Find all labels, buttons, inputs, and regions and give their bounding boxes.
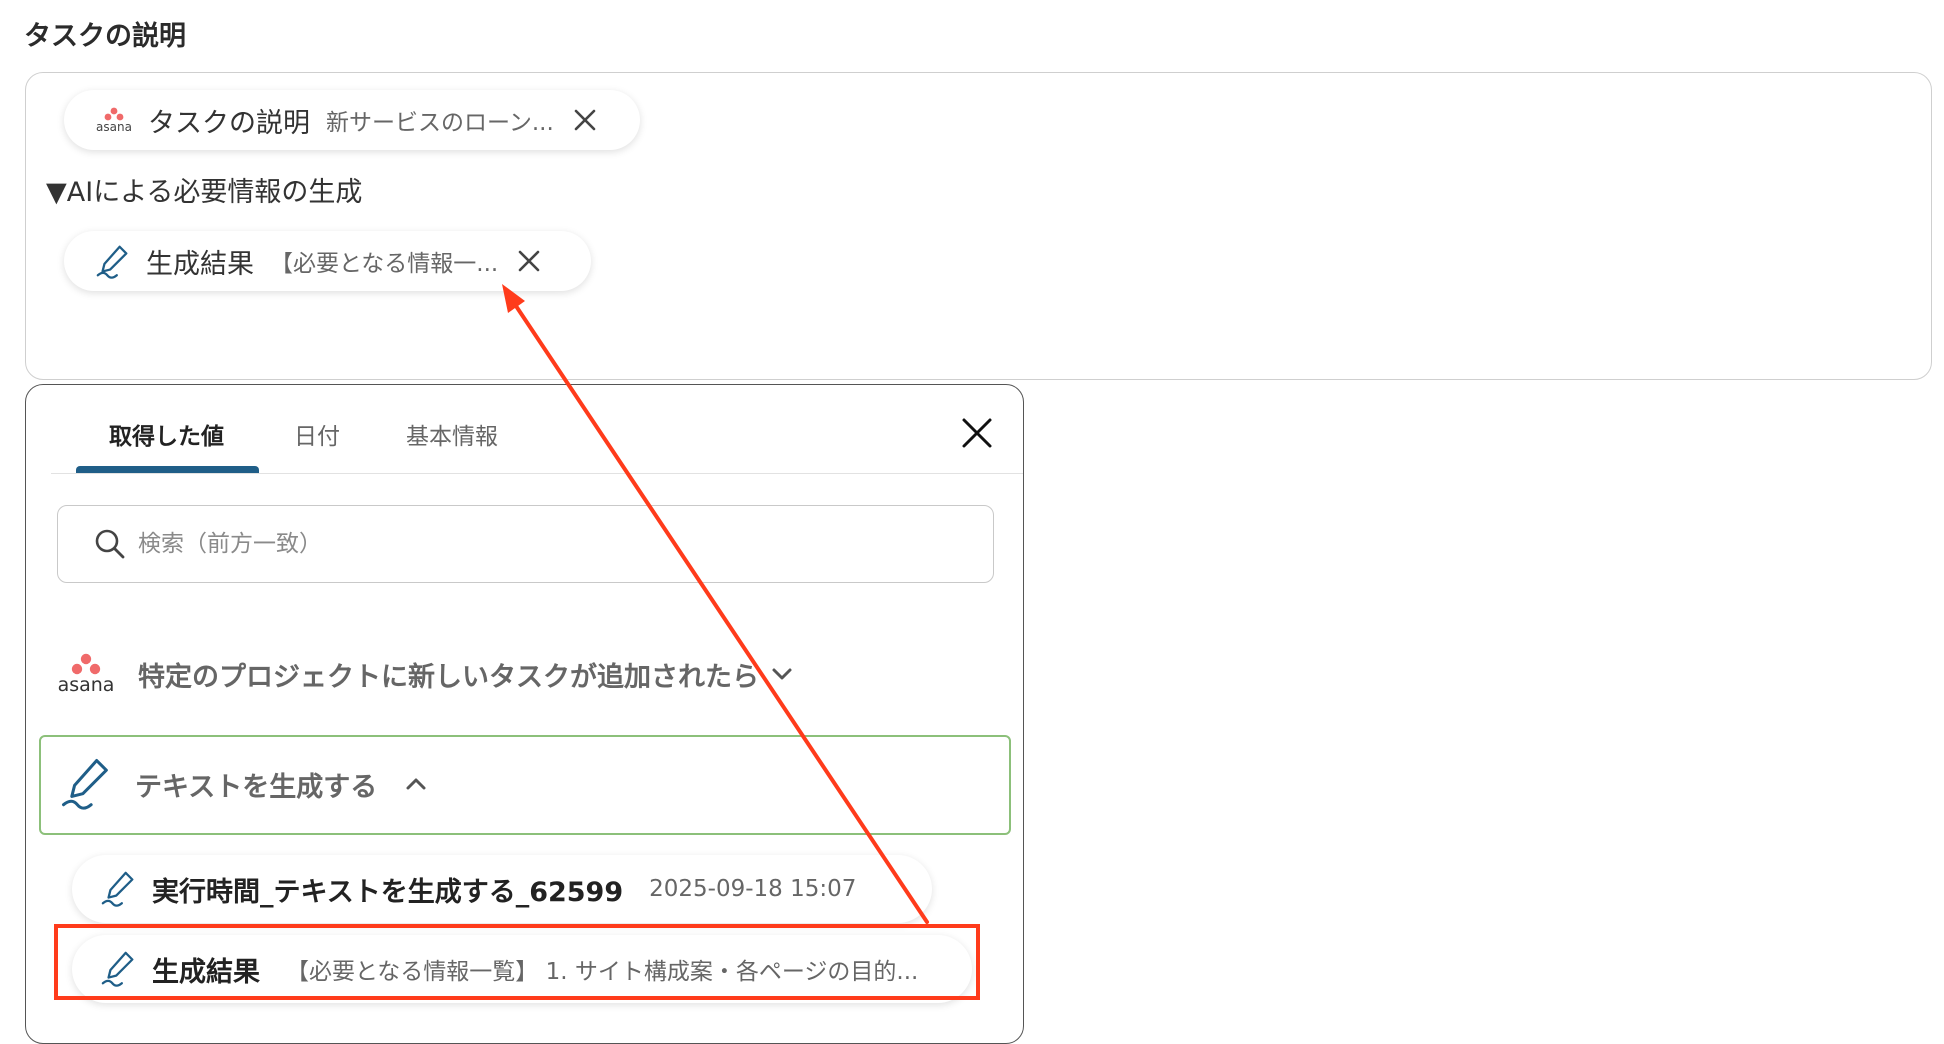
list-item-generation-result[interactable]: 生成結果 【必要となる情報一覧】 1. サイト構成案・各ページの目的... [72, 935, 972, 1003]
asana-logo-icon: asana [54, 653, 118, 695]
search-icon [95, 529, 125, 559]
list-item-execution-time[interactable]: 実行時間_テキストを生成する_62599 2025-09-18 15:07 [72, 855, 932, 923]
close-icon [962, 418, 992, 448]
active-tab-indicator [76, 466, 259, 473]
chip-label: 生成結果 [146, 248, 254, 280]
group-label: 特定のプロジェクトに新しいタスクが追加されたら [138, 661, 759, 693]
remove-chip-button[interactable] [516, 248, 542, 274]
chip-label: タスクの説明 [148, 107, 310, 139]
asana-logo-text: asana [57, 674, 115, 696]
search-input[interactable] [136, 530, 900, 558]
ai-result-chip[interactable]: 生成結果 【必要となる情報一... [64, 231, 591, 291]
asana-logo-icon: asana [94, 107, 134, 134]
tab-bar: 取得した値 日付 基本情報 [51, 385, 1023, 474]
ai-pen-icon [94, 242, 132, 280]
tab-acquired-values[interactable]: 取得した値 [109, 417, 224, 451]
item-value: 2025-09-18 15:07 [649, 876, 857, 902]
close-icon [518, 250, 540, 272]
group-generate-text[interactable]: テキストを生成する [59, 755, 429, 813]
description-heading-text: ▼AIによる必要情報の生成 [46, 177, 363, 208]
chip-value: 【必要となる情報一... [270, 251, 499, 277]
group-asana-trigger[interactable]: asana 特定のプロジェクトに新しいタスクが追加されたら [54, 653, 795, 695]
chip-value: 新サービスのローン... [326, 110, 554, 136]
tab-basic-info[interactable]: 基本情報 [406, 417, 498, 451]
asana-description-chip[interactable]: asana タスクの説明 新サービスのローン... [64, 90, 640, 150]
ai-pen-icon [59, 755, 115, 813]
ai-pen-icon [101, 871, 134, 907]
item-name: 生成結果 [152, 956, 260, 988]
remove-chip-button[interactable] [572, 107, 598, 133]
search-box[interactable] [57, 505, 994, 583]
close-panel-button[interactable] [961, 417, 993, 453]
chevron-up-icon [406, 778, 426, 790]
asana-logo-text: asana [96, 119, 132, 134]
chevron-down-icon [772, 668, 792, 680]
close-icon [574, 109, 596, 131]
section-title: タスクの説明 [24, 21, 186, 52]
value-picker-panel: 取得した値 日付 基本情報 asana 特定のプロジェクトに新しいタスクが追加さ… [25, 384, 1024, 1044]
item-name: 実行時間_テキストを生成する_62599 [152, 876, 624, 908]
ai-pen-icon [101, 951, 134, 987]
group-label: テキストを生成する [135, 771, 378, 803]
item-value: 【必要となる情報一覧】 1. サイト構成案・各ページの目的... [286, 959, 919, 985]
tab-date[interactable]: 日付 [294, 417, 340, 451]
